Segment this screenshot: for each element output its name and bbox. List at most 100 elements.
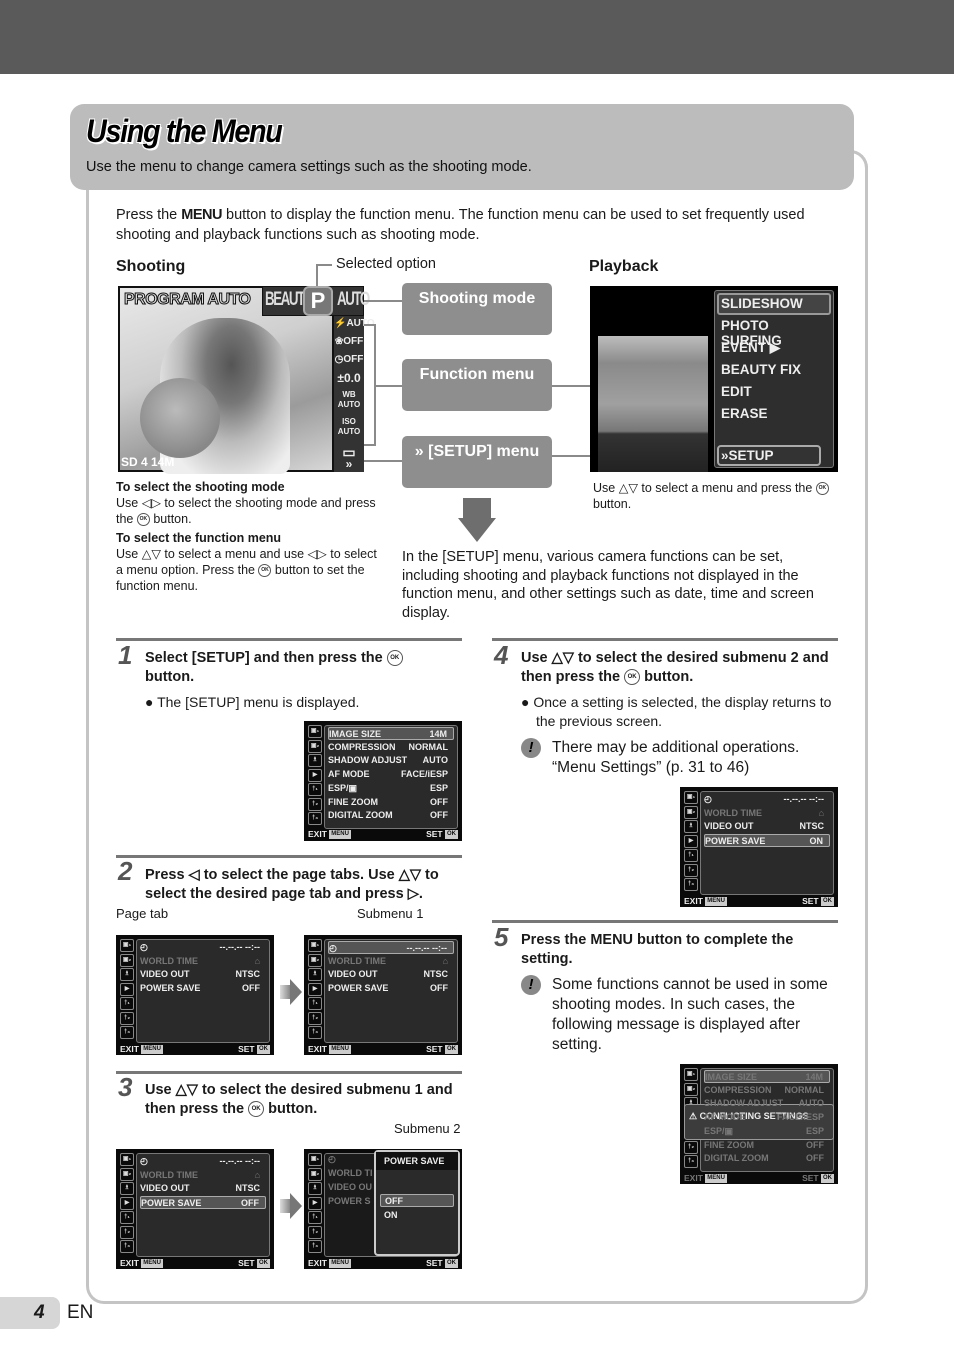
page-tab-2[interactable]: ▣₂ [684,805,698,819]
page-tab-1[interactable]: ▣₁ [308,725,322,738]
menu-row[interactable]: FINE ZOOM OFF [704,1139,830,1152]
page-tab-3[interactable]: ♗ [120,1182,134,1195]
page-tab-1[interactable]: ▣₁ [308,1153,322,1166]
page-tab-5[interactable]: †₁ [120,997,134,1010]
menu-row[interactable]: COMPRESSION NORMAL [704,1084,830,1097]
page-tab-6[interactable]: †₂ [684,863,698,877]
page-tab-6[interactable]: †₂ [120,1011,134,1025]
exposure-comp[interactable]: ±0.0 [334,372,364,384]
menu-row[interactable]: ◴ --.--.-- --:-- [704,793,830,806]
setup-text: SETUP [728,448,774,463]
menu-row[interactable]: AF MODE FACE/iESP [704,1111,830,1124]
drive-icon[interactable]: ▭ [334,445,364,459]
menu-edit[interactable]: EDIT [721,384,752,399]
page-tab-7[interactable]: †₃ [308,1026,322,1039]
menu-row[interactable]: FINE ZOOM OFF [328,796,454,809]
page-tab-3[interactable]: ♗ [308,1182,322,1195]
setup-icon: » [721,448,729,463]
menu-row[interactable]: ESP/▣ ESP [704,1125,830,1138]
page-tab-6[interactable]: †₂ [308,797,322,811]
macro-icon[interactable]: ❀OFF [334,337,364,347]
page-tab-1[interactable]: ▣₁ [120,1153,134,1166]
page-tab-5[interactable]: †₁ [308,997,322,1010]
page-tab-1[interactable]: ▣₁ [120,939,134,952]
page-tab-7[interactable]: †₃ [120,1240,134,1253]
menu-row[interactable]: ◴ --.--.-- --:-- [140,1155,266,1168]
menu-row[interactable]: DIGITAL ZOOM OFF [704,1152,830,1165]
page-tab-4[interactable]: ▶ [684,834,698,848]
menu-row[interactable]: WORLD TIME ⌂ [704,807,830,820]
page-tab-2[interactable]: ▣₂ [308,953,322,967]
menu-row[interactable]: ◴ --.--.-- --:-- [328,941,454,954]
menu-row[interactable]: POWER SAVE ON [704,834,830,848]
menu-row[interactable]: WORLD TIME ⌂ [140,955,266,968]
menu-row-value: FACE/iESP [400,769,448,780]
setup-icon[interactable]: » [334,458,364,470]
menu-row[interactable]: IMAGE SIZE 14M [328,727,454,740]
page-tab-1[interactable]: ▣₁ [684,1068,698,1081]
page-tab-4[interactable]: ▶ [308,1196,322,1210]
option-off[interactable]: OFF [380,1194,454,1207]
menu-event[interactable]: EVENT ▶ [721,340,780,356]
menu-row[interactable]: POWER SAVE OFF [328,982,454,995]
menu-row[interactable]: SHADOW ADJUST AUTO [328,754,454,767]
page-tab-2[interactable]: ▣₂ [308,1167,322,1181]
mode-p-selected[interactable]: P [303,286,333,316]
menu-row[interactable]: VIDEO OUT NTSC [140,1182,266,1195]
page-tab-5[interactable]: †₁ [120,1211,134,1224]
page-tab-3[interactable]: ♗ [684,820,698,833]
page-tab-3[interactable]: ♗ [120,968,134,981]
menu-row-value: AUTO [798,1098,824,1109]
page-tab-6[interactable]: †₂ [308,1225,322,1239]
page-tab-3[interactable]: ♗ [308,968,322,981]
menu-row[interactable]: POWER SAVE OFF [140,982,266,995]
page-tab-2[interactable]: ▣₂ [120,953,134,967]
page-tab-2[interactable]: ▣₂ [684,1082,698,1096]
menu-row[interactable]: ESP/▣ ESP [328,782,454,795]
page-tab-6[interactable]: †₂ [684,1140,698,1154]
page-tab-6[interactable]: †₂ [120,1225,134,1239]
page-tab-7[interactable]: †₃ [308,812,322,825]
ok-button-icon: OK [258,564,272,578]
page-tab-1[interactable]: ▣₁ [308,939,322,952]
menu-row[interactable]: VIDEO OUT NTSC [328,968,454,981]
menu-row[interactable]: COMPRESSION NORMAL [328,741,454,754]
page-tab-1[interactable]: ▣₁ [684,791,698,804]
setup-menu-label: [SETUP] menu [428,443,540,460]
menu-beauty-fix[interactable]: BEAUTY FIX [721,362,801,377]
page-tab-7[interactable]: †₃ [684,1155,698,1168]
menu-row[interactable]: ◴ --.--.-- --:-- [140,941,266,954]
page-tab-5[interactable]: †₁ [308,783,322,796]
page-tab-5[interactable]: †₁ [684,849,698,862]
page-tab-4[interactable]: ▶ [120,1196,134,1210]
iso-auto[interactable]: ISO AUTO [334,417,364,437]
wb-auto[interactable]: WB AUTO [334,390,364,410]
menu-row[interactable]: POWER SAVE OFF [140,1196,266,1210]
menu-erase[interactable]: ERASE [721,406,768,421]
page-tab-2[interactable]: ▣₂ [120,1167,134,1181]
page-tab-2[interactable]: ▣₂ [308,739,322,753]
page-tab-7[interactable]: †₃ [308,1240,322,1253]
menu-row-value: OFF [806,1153,824,1164]
page-tab-7[interactable]: †₃ [684,878,698,891]
page-tab-4[interactable]: ▶ [308,768,322,782]
menu-row[interactable]: WORLD TIME ⌂ [328,955,454,968]
menu-slideshow[interactable]: SLIDESHOW [721,296,803,311]
page-tab-7[interactable]: †₃ [120,1026,134,1039]
menu-row[interactable]: WORLD TIME ⌂ [140,1169,266,1182]
menu-row[interactable]: DIGITAL ZOOM OFF [328,809,454,822]
page-tab-6[interactable]: †₂ [308,1011,322,1025]
page-tab-3[interactable]: ♗ [308,754,322,767]
self-timer-icon[interactable]: ◷OFF [334,355,364,365]
page-tab-5[interactable]: †₁ [308,1211,322,1224]
menu-row[interactable]: IMAGE SIZE 14M [704,1070,830,1083]
page-tab-4[interactable]: ▶ [308,982,322,996]
option-on[interactable]: ON [384,1210,398,1220]
menu-row[interactable]: VIDEO OUT NTSC [704,820,830,833]
page-tab-4[interactable]: ▶ [120,982,134,996]
flash-icon[interactable]: ⚡AUTO [334,319,375,329]
menu-row[interactable]: AF MODE FACE/iESP [328,768,454,781]
menu-row[interactable]: SHADOW ADJUST AUTO [704,1097,830,1110]
menu-setup-label[interactable]: »SETUP [721,448,774,463]
menu-row[interactable]: VIDEO OUT NTSC [140,968,266,981]
